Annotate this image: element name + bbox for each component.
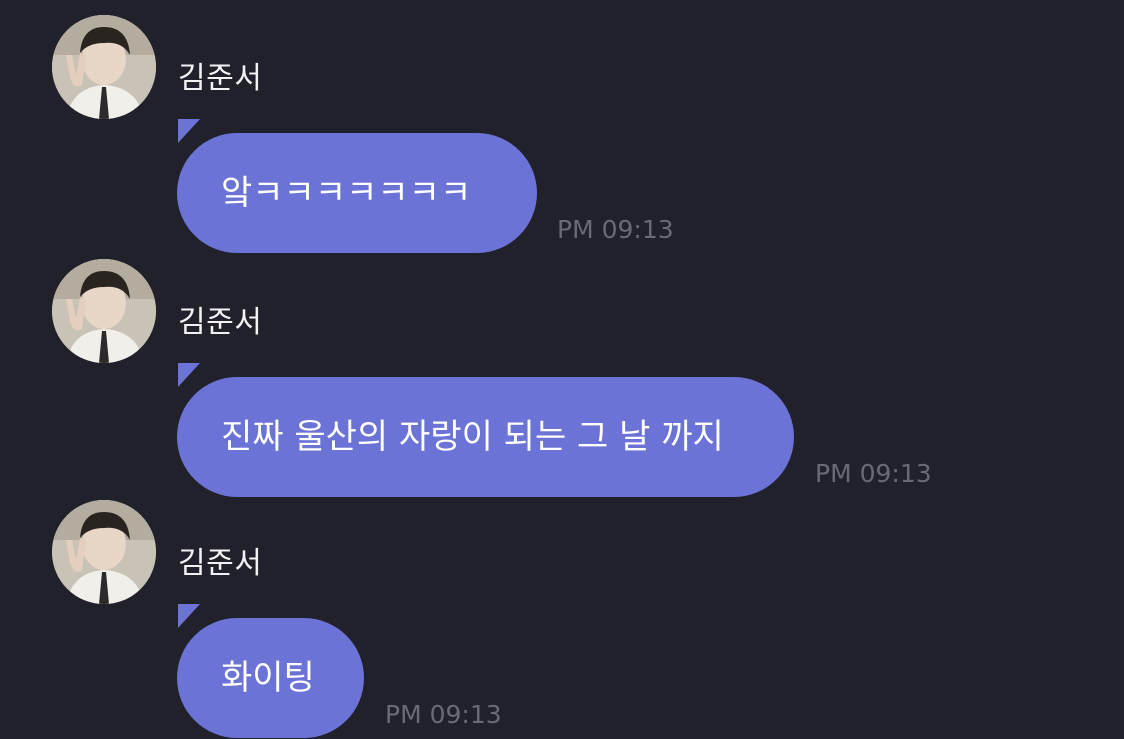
bubble-row: 앜ㅋㅋㅋㅋㅋㅋㅋ PM 09:13 xyxy=(0,119,1124,253)
message-bubble[interactable]: 앜ㅋㅋㅋㅋㅋㅋㅋ xyxy=(177,133,537,253)
message-timestamp: PM 09:13 xyxy=(557,215,674,244)
sender-name: 김준서 xyxy=(178,305,263,340)
avatar[interactable] xyxy=(52,259,156,363)
avatar-photo-icon xyxy=(52,500,156,604)
bubble-row: 진짜 울산의 자랑이 되는 그 날 까지 PM 09:13 xyxy=(0,363,1124,497)
bubble-tail xyxy=(178,363,200,387)
avatar[interactable] xyxy=(52,15,156,119)
avatar-photo-icon xyxy=(52,15,156,119)
bubble-row: 화이팅 PM 09:13 xyxy=(0,604,1124,738)
bubble-tail xyxy=(178,119,200,143)
chat-room: 김준서 앜ㅋㅋㅋㅋㅋㅋㅋ PM 09:13 김준서 진짜 울산의 자랑이 되는 … xyxy=(0,0,1124,739)
avatar-photo-icon xyxy=(52,259,156,363)
message-timestamp: PM 09:13 xyxy=(385,700,502,729)
message-timestamp: PM 09:13 xyxy=(815,459,932,488)
bubble-tail xyxy=(178,604,200,628)
message-bubble[interactable]: 진짜 울산의 자랑이 되는 그 날 까지 xyxy=(177,377,794,497)
sender-name: 김준서 xyxy=(178,546,263,581)
message-bubble[interactable]: 화이팅 xyxy=(177,618,364,738)
avatar[interactable] xyxy=(52,500,156,604)
sender-name: 김준서 xyxy=(178,61,263,96)
